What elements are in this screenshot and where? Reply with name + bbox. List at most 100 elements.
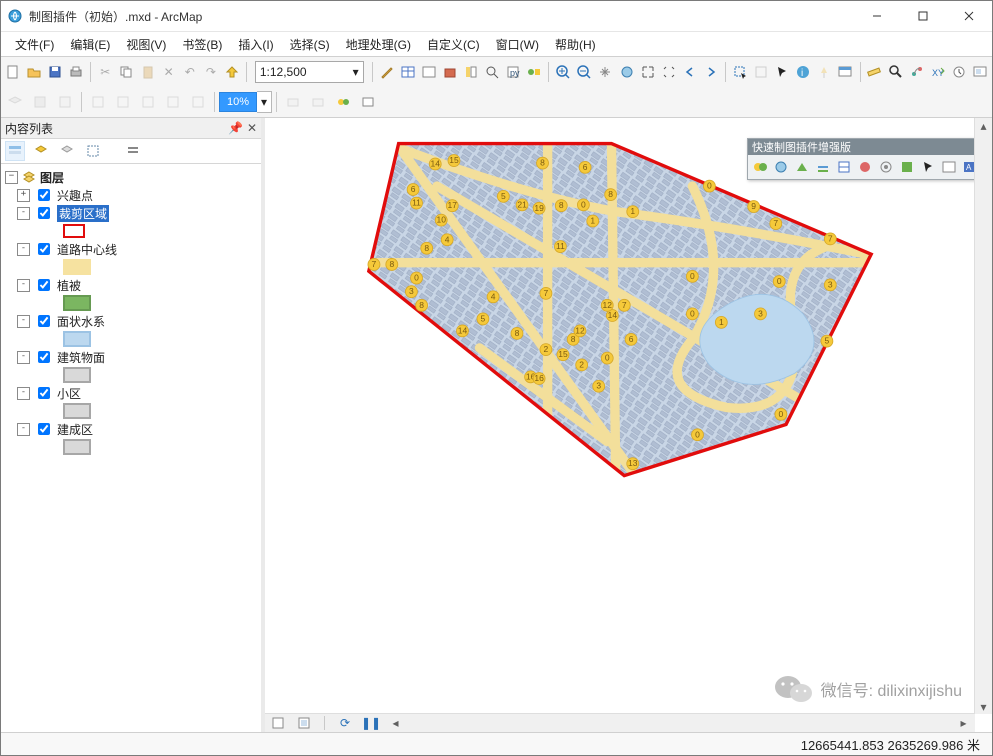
menu-item[interactable]: 帮助(H) [547, 33, 604, 56]
toolbox-icon[interactable] [440, 60, 460, 84]
list-by-drawing-order-icon[interactable] [5, 141, 25, 161]
layer-checkbox[interactable] [38, 189, 50, 201]
tree-row[interactable] [5, 438, 257, 456]
measure-icon[interactable] [864, 60, 884, 84]
data-view-button[interactable] [269, 714, 287, 732]
plugin-header[interactable]: 快速制图插件增强版 ▾ ✕ [748, 139, 992, 155]
toc-tree[interactable]: −图层+兴趣点-裁剪区域-道路中心线-植被-面状水系-建筑物面-小区-建成区 [1, 164, 261, 732]
plugin-btn-5-icon[interactable] [835, 158, 853, 176]
refresh-button[interactable]: ⟳ [336, 714, 354, 732]
plugin-btn-7-icon[interactable] [877, 158, 895, 176]
opacity-control[interactable]: 10% ▾ [219, 91, 272, 113]
menu-item[interactable]: 视图(V) [118, 33, 174, 56]
open-icon[interactable] [24, 60, 44, 84]
menu-item[interactable]: 自定义(C) [419, 33, 488, 56]
search-window-icon[interactable] [482, 60, 502, 84]
paste-icon[interactable] [137, 60, 157, 84]
menu-item[interactable]: 插入(I) [230, 33, 281, 56]
prev-extent-icon[interactable] [680, 60, 700, 84]
add-data-icon[interactable] [222, 60, 242, 84]
maximize-button[interactable] [900, 1, 946, 31]
plugin-btn-1-icon[interactable] [751, 158, 769, 176]
layout-view-button[interactable] [295, 714, 313, 732]
tb2-e-icon[interactable] [186, 90, 210, 114]
tree-row[interactable]: -建成区 [5, 420, 257, 438]
table-icon[interactable] [398, 60, 418, 84]
full-extent-icon[interactable] [617, 60, 637, 84]
tree-row[interactable] [5, 402, 257, 420]
menu-item[interactable]: 选择(S) [282, 33, 338, 56]
pan-icon[interactable] [595, 60, 615, 84]
hyperlink-icon[interactable] [814, 60, 834, 84]
select-features-icon[interactable] [730, 60, 750, 84]
tree-row[interactable] [5, 366, 257, 384]
plugin-btn-8-icon[interactable] [898, 158, 916, 176]
clear-selection-icon[interactable] [751, 60, 771, 84]
tree-row[interactable]: -小区 [5, 384, 257, 402]
html-popup-icon[interactable] [835, 60, 855, 84]
delete-icon[interactable]: ✕ [159, 60, 179, 84]
graph-icon[interactable] [419, 60, 439, 84]
map-canvas[interactable]: 1415866111017521198081109771184870381454… [265, 118, 975, 714]
menu-item[interactable]: 窗口(W) [488, 33, 547, 56]
tree-row[interactable]: +兴趣点 [5, 186, 257, 204]
fixed-zoom-out-icon[interactable] [659, 60, 679, 84]
find-icon[interactable] [885, 60, 905, 84]
viewer-window-icon[interactable] [970, 60, 990, 84]
plugin-toolbar[interactable]: 快速制图插件增强版 ▾ ✕ [747, 138, 992, 180]
scale-input[interactable]: 1:12,500▾ [255, 61, 364, 83]
tree-row[interactable] [5, 294, 257, 312]
tb2-c-icon[interactable] [136, 90, 160, 114]
tree-row[interactable]: -道路中心线 [5, 240, 257, 258]
fixed-zoom-in-icon[interactable] [638, 60, 658, 84]
tree-row[interactable] [5, 222, 257, 240]
new-doc-icon[interactable] [3, 60, 23, 84]
plugin-btn-10-icon[interactable] [940, 158, 958, 176]
select-elements-icon[interactable] [772, 60, 792, 84]
flicker-icon[interactable] [53, 90, 77, 114]
plugin-btn-3-icon[interactable] [793, 158, 811, 176]
chevron-down-icon[interactable]: ▾ [257, 91, 272, 113]
plugin-btn-2-icon[interactable] [772, 158, 790, 176]
layer-checkbox[interactable] [38, 243, 50, 255]
tree-row[interactable]: -植被 [5, 276, 257, 294]
redo-icon[interactable]: ↷ [201, 60, 221, 84]
tb2-d-icon[interactable] [161, 90, 185, 114]
tree-row[interactable]: -建筑物面 [5, 348, 257, 366]
plugin-btn-9-icon[interactable] [919, 158, 937, 176]
effect-layer-icon[interactable] [3, 90, 27, 114]
layer-checkbox[interactable] [38, 351, 50, 363]
time-slider-icon[interactable] [949, 60, 969, 84]
layer-checkbox[interactable] [38, 315, 50, 327]
vertical-scrollbar[interactable]: ▴ ▾ [974, 118, 992, 714]
plugin-btn-4-icon[interactable] [814, 158, 832, 176]
editor-toolbar-icon[interactable] [376, 60, 396, 84]
save-icon[interactable] [45, 60, 65, 84]
tree-row[interactable]: −图层 [5, 168, 257, 186]
go-to-xy-icon[interactable]: XY [928, 60, 948, 84]
list-by-visibility-icon[interactable] [57, 141, 77, 161]
python-icon[interactable]: py [503, 60, 523, 84]
tree-row[interactable]: -裁剪区域 [5, 204, 257, 222]
undo-icon[interactable]: ↶ [180, 60, 200, 84]
tree-row[interactable] [5, 330, 257, 348]
layer-checkbox[interactable] [38, 279, 50, 291]
swipe-icon[interactable] [28, 90, 52, 114]
menu-item[interactable]: 编辑(E) [62, 33, 118, 56]
minimize-button[interactable] [854, 1, 900, 31]
plugin-btn-6-icon[interactable] [856, 158, 874, 176]
list-by-source-icon[interactable] [31, 141, 51, 161]
scroll-left-icon[interactable]: ◂ [388, 716, 403, 731]
options-icon[interactable] [123, 141, 143, 161]
layer-checkbox[interactable] [38, 387, 50, 399]
list-by-selection-icon[interactable] [83, 141, 103, 161]
pin-icon[interactable]: 📌 [228, 121, 243, 135]
tb2-g-icon[interactable] [306, 90, 330, 114]
tb2-i-icon[interactable] [356, 90, 380, 114]
identify-icon[interactable]: i [793, 60, 813, 84]
layer-checkbox[interactable] [38, 423, 50, 435]
close-button[interactable] [946, 1, 992, 31]
tb2-a-icon[interactable] [86, 90, 110, 114]
tb2-f-icon[interactable] [281, 90, 305, 114]
scroll-up-icon[interactable]: ▴ [976, 118, 991, 133]
